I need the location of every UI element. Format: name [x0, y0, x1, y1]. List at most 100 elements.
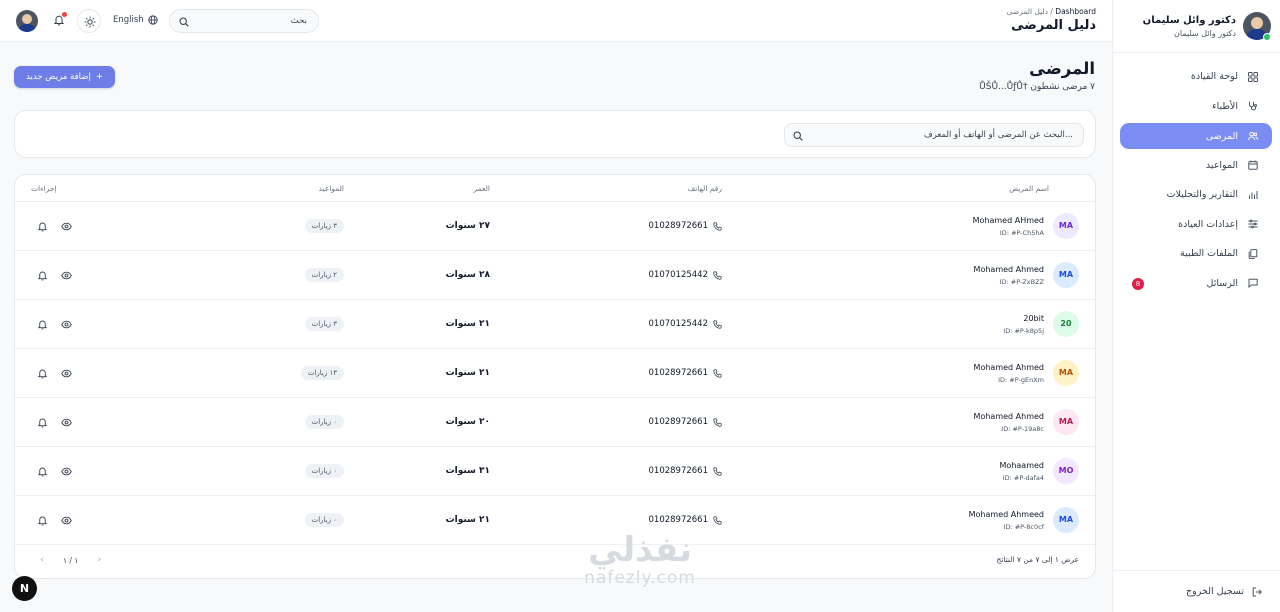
page-indicator: ١ / ١	[63, 555, 79, 565]
sidebar-item-label: التقارير والتحليلات	[1166, 189, 1238, 201]
sidebar-item-messages[interactable]: 8 الرسائل	[1120, 269, 1272, 299]
watermark-logo: نفذلي nafezly.com	[565, 532, 715, 588]
patient-name[interactable]: Mohamed Ahmed	[974, 412, 1044, 421]
patient-name[interactable]: 20bit	[1023, 314, 1044, 323]
bell-icon[interactable]	[37, 515, 48, 526]
search-card: البحث عن المرضى أو الهاتف أو المعرف...	[14, 110, 1096, 158]
phone-number: 01028972661	[648, 221, 709, 231]
sidebar-item-clinic-settings[interactable]: إعدادات العيادة	[1120, 210, 1272, 240]
eye-icon[interactable]	[61, 368, 72, 379]
patient-phone: 01070125442	[649, 270, 723, 280]
sidebar-item-dashboard[interactable]: لوحة القيادة	[1120, 62, 1272, 92]
chevron-left-icon[interactable]: ‹	[35, 553, 49, 567]
message-icon	[1248, 278, 1258, 289]
table-row[interactable]: 20 20bit ID: #P-k8p5j 01070125442 ٢١ سنو…	[15, 300, 1095, 349]
patients-table: اسم المريض رقم الهاتف العمر المواعيد إجر…	[14, 174, 1096, 579]
users-icon	[1248, 131, 1258, 141]
bell-icon[interactable]	[37, 221, 48, 232]
plus-icon: +	[95, 72, 103, 82]
profile-subtitle: دكتور وائل سليمان	[1174, 29, 1236, 38]
phone-number: 01028972661	[648, 466, 709, 476]
eye-icon[interactable]	[61, 221, 72, 232]
patient-name[interactable]: Mohamed Ahmed	[974, 363, 1044, 372]
patient-age: ٢١ سنوات	[445, 319, 490, 329]
visits-badge: ٣ زيارات	[304, 219, 344, 233]
patient-id: ID: #P-8c0cf	[1003, 523, 1044, 531]
patient-age: ٣١ سنوات	[445, 466, 490, 476]
table-header: اسم المريض رقم الهاتف العمر المواعيد إجر…	[15, 175, 1095, 202]
phone-icon	[713, 221, 722, 231]
online-status-dot	[1263, 33, 1271, 41]
phone-icon	[713, 417, 722, 427]
patient-id: ID: #P-gEnXm	[998, 376, 1044, 384]
visits-badge: ٢ زيارات	[304, 268, 344, 282]
table-footer: عرض ١ إلى ٧ من ٧ النتائج ‹ ١ / ١ ›	[15, 542, 1095, 578]
column-header-phone: رقم الهاتف	[687, 184, 722, 193]
table-row[interactable]: MO Mohaamed ID: #P-dafa4 01028972661 ٣١ …	[15, 447, 1095, 496]
patient-avatar: MA	[1053, 409, 1079, 435]
visits-badge: ٠ زيارات	[304, 513, 344, 527]
sidebar-item-reports[interactable]: التقارير والتحليلات	[1120, 180, 1272, 210]
patient-name[interactable]: Mohamed Ahmeed	[969, 510, 1044, 519]
eye-icon[interactable]	[61, 466, 72, 477]
visits-badge: ١٣ زيارات	[300, 366, 344, 380]
sidebar-item-label: إعدادات العيادة	[1178, 218, 1238, 230]
files-icon	[1248, 248, 1258, 259]
theme-toggle-button[interactable]	[77, 9, 101, 33]
patient-name[interactable]: Mohamed Ahmed	[974, 265, 1044, 274]
patient-phone: 01028972661	[649, 221, 723, 231]
patient-phone: 01028972661	[649, 368, 723, 378]
sidebar-item-doctors[interactable]: الأطباء	[1120, 92, 1272, 122]
chevron-right-icon[interactable]: ›	[92, 553, 106, 567]
notification-dot	[62, 12, 67, 17]
phone-icon	[713, 368, 722, 378]
breadcrumb-dashboard-link[interactable]: Dashboard	[1055, 7, 1096, 16]
add-patient-label: إضافة مريض جديد	[26, 72, 91, 82]
profile-header[interactable]: دكتور وائل سليمان دكتور وائل سليمان	[1112, 0, 1280, 53]
sidebar-item-appointments[interactable]: المواعيد	[1120, 151, 1272, 181]
phone-icon	[713, 466, 722, 476]
bell-icon[interactable]	[37, 368, 48, 379]
table-row[interactable]: MA Mohamed AHmed ID: #P-Ch5hA 0102897266…	[15, 202, 1095, 251]
patient-avatar: MA	[1053, 262, 1079, 288]
calendar-icon	[1248, 160, 1258, 170]
sidebar-item-patients[interactable]: المرضى	[1120, 123, 1272, 149]
profile-name: دكتور وائل سليمان	[1142, 15, 1236, 26]
pagination: ‹ ١ / ١ ›	[35, 553, 106, 567]
table-row[interactable]: MA Mohamed Ahmeed ID: #P-8c0cf 010289726…	[15, 496, 1095, 545]
breadcrumb-current: دليل المرضى	[1006, 7, 1048, 16]
messages-count-badge: 8	[1132, 277, 1144, 290]
table-row[interactable]: MA Mohamed Ahmed ID: #P-ZxBZZ 0107012544…	[15, 251, 1095, 300]
bell-icon[interactable]	[37, 466, 48, 477]
patient-name[interactable]: Mohamed AHmed	[973, 216, 1044, 225]
patient-age: ٢٨ سنوات	[445, 270, 490, 280]
bell-icon[interactable]	[37, 417, 48, 428]
language-switch[interactable]: English	[113, 15, 158, 25]
framework-badge[interactable]: N	[12, 576, 37, 601]
column-header-name: اسم المريض	[1009, 184, 1049, 193]
table-row[interactable]: MA Mohamed Ahmed ID: #P-gEnXm 0102897266…	[15, 349, 1095, 398]
page-header-title: دليل المرضى	[1011, 18, 1096, 33]
phone-number: 01028972661	[648, 417, 709, 427]
patient-age: ٢١ سنوات	[445, 368, 490, 378]
sliders-icon	[1248, 219, 1258, 229]
sidebar-item-label: الرسائل	[1206, 277, 1238, 289]
eye-icon[interactable]	[61, 417, 72, 428]
add-patient-button[interactable]: إضافة مريض جديد +	[14, 66, 115, 88]
sidebar-item-medical-files[interactable]: الملفات الطبية	[1120, 239, 1272, 269]
logout-button[interactable]: تسجيل الخروج	[1112, 570, 1280, 612]
search-placeholder: بحث	[290, 16, 307, 26]
sidebar-item-label: الأطباء	[1212, 100, 1238, 112]
phone-icon	[713, 515, 722, 525]
global-search-input[interactable]: بحث	[169, 9, 319, 33]
eye-icon[interactable]	[61, 515, 72, 526]
eye-icon[interactable]	[61, 319, 72, 330]
column-header-actions: إجراءات	[31, 184, 57, 193]
bell-icon[interactable]	[37, 270, 48, 281]
eye-icon[interactable]	[61, 270, 72, 281]
bell-icon[interactable]	[37, 319, 48, 330]
patient-name[interactable]: Mohaamed	[1000, 461, 1044, 470]
user-avatar[interactable]	[16, 10, 38, 32]
patient-search-input[interactable]: البحث عن المرضى أو الهاتف أو المعرف...	[784, 123, 1084, 147]
table-row[interactable]: MA Mohamed Ahmed ID: #P-19a8c 0102897266…	[15, 398, 1095, 447]
